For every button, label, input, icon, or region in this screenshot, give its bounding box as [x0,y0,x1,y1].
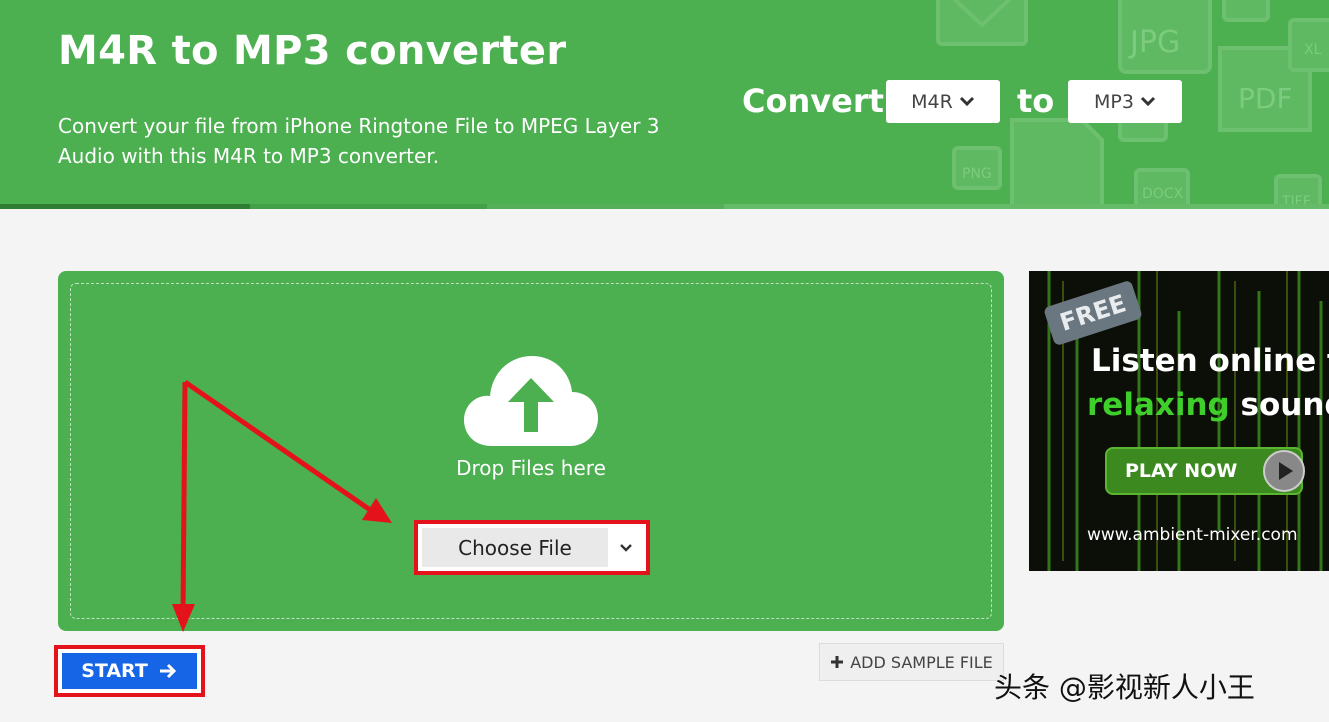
ad-headline: Listen online to [1091,343,1329,379]
pdf-icon-label: PDF [1238,82,1293,115]
play-icon [1263,450,1305,492]
convert-label: Convert [742,82,884,120]
page-header: JPG PDF PNG DOCX XL TIFF M4R to MP3 conv… [0,0,1329,209]
from-format-value: M4R [911,90,953,113]
drop-files-text: Drop Files here [456,456,606,480]
file-drop-zone[interactable] [58,271,1004,631]
chevron-down-icon [1140,96,1156,106]
plus-icon [831,656,844,668]
page-subtitle: Convert your file from iPhone Ringtone F… [58,114,660,168]
arrow-right-icon [159,663,176,679]
choose-file-highlight-box: Choose File [414,520,650,575]
ad-subheadline-highlight: relaxing [1087,387,1230,423]
chevron-down-icon [620,543,632,552]
watermark-text: 头条 @影视新人小王 [994,671,1255,704]
xl-icon-label: XL [1304,42,1322,58]
advertisement-banner[interactable]: FREE Listen online to relaxing sounds PL… [1029,271,1329,571]
ad-subheadline-rest: sounds [1240,387,1329,423]
to-format-select[interactable]: MP3 [1068,80,1182,123]
png-icon-label: PNG [962,166,992,182]
from-format-select[interactable]: M4R [886,80,1000,123]
page-title: M4R to MP3 converter [58,28,567,74]
choose-file-dropdown-button[interactable] [610,528,642,567]
to-label: to [1017,82,1055,120]
header-progress-strip [0,204,1329,209]
ad-play-now-label: PLAY NOW [1125,460,1238,482]
chevron-down-icon [959,96,974,106]
start-button[interactable]: START [62,653,197,689]
start-highlight-box: START [54,645,205,697]
choose-file-button[interactable]: Choose File [422,528,608,567]
add-sample-file-button[interactable]: ADD SAMPLE FILE [819,643,1004,681]
ad-url: www.ambient-mixer.com [1087,525,1298,545]
start-button-label: START [81,660,148,682]
to-format-value: MP3 [1094,90,1134,113]
cloud-upload-icon [464,356,598,446]
add-sample-file-label: ADD SAMPLE FILE [850,652,993,672]
docx-icon-label: DOCX [1142,186,1184,202]
ad-play-now-button[interactable]: PLAY NOW [1105,447,1305,495]
jpg-icon-label: JPG [1128,25,1180,60]
ad-subheadline: relaxing sounds [1087,387,1329,423]
